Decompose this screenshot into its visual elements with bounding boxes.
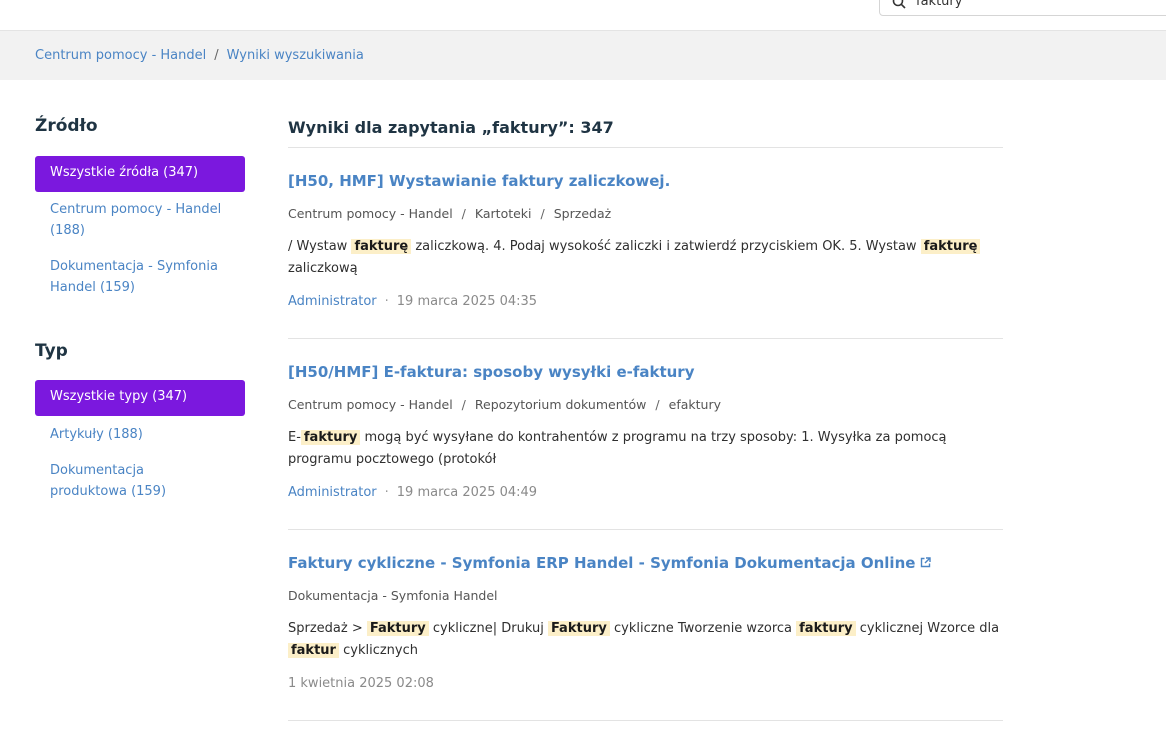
filter-sidebar: Źródło Wszystkie źródła (347) Centrum po…: [35, 116, 245, 502]
breadcrumb-current[interactable]: Wyniki wyszukiwania: [227, 48, 364, 63]
breadcrumb-home-link[interactable]: Centrum pomocy - Handel: [35, 48, 206, 63]
result-item: [H50/HMF] E-faktura: sposoby wysyłki e-f…: [288, 339, 1003, 530]
type-filter-list: Artykuły (188) Dokumentacja produktowa (15…: [35, 424, 245, 502]
result-snippet: E-faktury mogą być wysyłane do kontrahen…: [288, 430, 947, 467]
filter-source-2[interactable]: Dokumentacja - Symfonia Handel (159): [35, 256, 245, 298]
breadcrumb-bar: Centrum pomocy - Handel / Wyniki wyszukiwa…: [0, 31, 1166, 80]
result-title-link[interactable]: Faktury cykliczne - Symfonia ERP Handel …: [288, 554, 932, 572]
result-title-link[interactable]: [H50/HMF] E-faktura: sposoby wysyłki e-f…: [288, 363, 695, 381]
search-icon: [892, 0, 906, 9]
result-meta: Administrator · 19 marca 2025 04:35: [288, 294, 537, 309]
results-list: [H50, HMF] Wystawianie faktury zaliczkow…: [288, 148, 1003, 721]
filter-type-1[interactable]: Artykuły (188): [35, 424, 245, 445]
search-query: faktury: [916, 0, 963, 9]
source-filter-title: Źródło: [35, 116, 98, 136]
path-segment: Sprzedaż: [553, 206, 612, 221]
highlighted-term: faktury: [300, 430, 361, 445]
path-segment: efaktury: [668, 397, 721, 412]
result-path: Centrum pomocy - Handel / Kartoteki / Sprzed…: [288, 206, 611, 221]
result-date: 19 marca 2025 04:35: [396, 294, 538, 309]
results-heading: Wyniki dla zapytania „faktury”: 347: [288, 116, 1003, 148]
path-segment: Centrum pomocy - Handel: [288, 206, 453, 221]
path-segment: Repozytorium dokumentów: [474, 397, 647, 412]
result-snippet: Sprzedaż > Faktury cykliczne| Drukuj Fak…: [288, 621, 1000, 658]
result-path: Centrum pomocy - Handel / Repozytorium dok…: [288, 397, 721, 412]
external-link-icon: [921, 557, 932, 568]
highlighted-term: Faktury: [366, 621, 429, 636]
highlighted-term: fakturę: [351, 239, 412, 254]
result-date: 19 marca 2025 04:49: [396, 485, 538, 500]
breadcrumb-separator: /: [214, 48, 219, 63]
result-item: [H50, HMF] Wystawianie faktury zaliczkow…: [288, 148, 1003, 339]
type-filter-title: Typ: [35, 341, 68, 361]
result-snippet: / Wystaw fakturę zaliczkową. 4. Podaj wy…: [288, 236, 1003, 279]
highlighted-term: fakturę: [920, 239, 981, 254]
meta-separator: ·: [384, 294, 389, 309]
path-separator: /: [461, 397, 466, 412]
path-separator: /: [540, 206, 545, 221]
result-path: Dokumentacja - Symfonia Handel: [288, 588, 498, 603]
highlighted-term: faktur: [288, 642, 339, 658]
highlighted-term: Faktury: [547, 621, 610, 636]
highlighted-term: faktury: [796, 621, 856, 636]
result-date: 1 kwietnia 2025 02:08: [288, 676, 434, 691]
path-segment: Kartoteki: [474, 206, 532, 221]
top-bar: faktury: [0, 0, 1166, 31]
result-meta: 1 kwietnia 2025 02:08: [288, 676, 434, 691]
filter-source-1[interactable]: Centrum pomocy - Handel (188): [35, 199, 245, 241]
result-title-link[interactable]: [H50, HMF] Wystawianie faktury zaliczkow…: [288, 172, 670, 190]
meta-separator: ·: [384, 485, 389, 500]
results-panel: Wyniki dla zapytania „faktury”: 347 [H50…: [288, 116, 1003, 721]
path-segment: Dokumentacja - Symfonia Handel: [288, 588, 498, 603]
search-input[interactable]: faktury: [879, 0, 1166, 16]
path-segment: Centrum pomocy - Handel: [288, 397, 453, 412]
filter-all-sources[interactable]: Wszystkie źródła (347): [35, 156, 245, 192]
result-meta: Administrator · 19 marca 2025 04:49: [288, 485, 537, 500]
filter-type-2[interactable]: Dokumentacja produktowa (159): [35, 460, 245, 502]
breadcrumb: Centrum pomocy - Handel / Wyniki wyszukiwa…: [35, 48, 364, 63]
result-author[interactable]: Administrator: [288, 485, 377, 500]
result-author[interactable]: Administrator: [288, 294, 377, 309]
filter-all-types[interactable]: Wszystkie typy (347): [35, 380, 245, 416]
path-separator: /: [461, 206, 466, 221]
source-filter-list: Centrum pomocy - Handel (188) Dokumentacja…: [35, 199, 245, 298]
path-separator: /: [655, 397, 660, 412]
result-item: Faktury cykliczne - Symfonia ERP Handel …: [288, 530, 1003, 721]
